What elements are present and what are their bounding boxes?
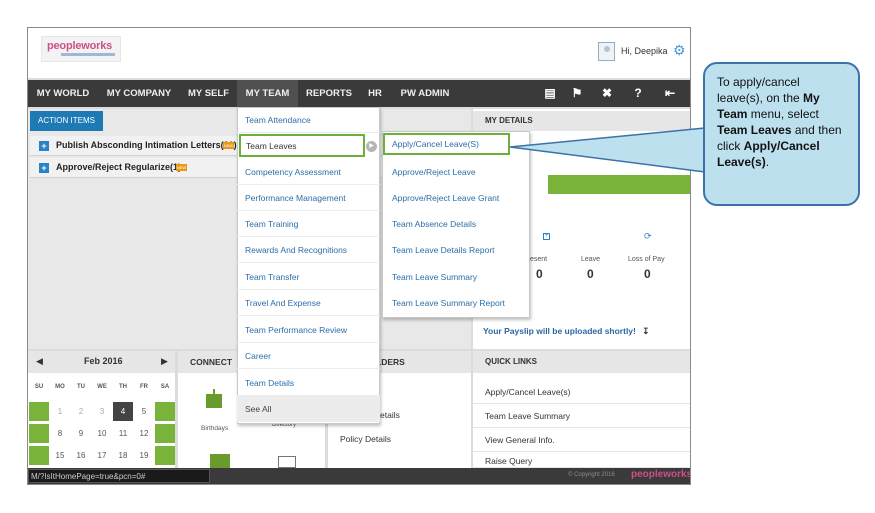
callout-pointer-shape [509,127,706,173]
callout-text: . [765,155,770,169]
callout-bold-text: Team Leaves [717,123,792,137]
callout-text: menu, select [747,107,819,121]
callout-text: To apply/cancel leave(s), on the [717,75,804,105]
instruction-callout: To apply/cancel leave(s), on the My Team… [703,62,860,206]
